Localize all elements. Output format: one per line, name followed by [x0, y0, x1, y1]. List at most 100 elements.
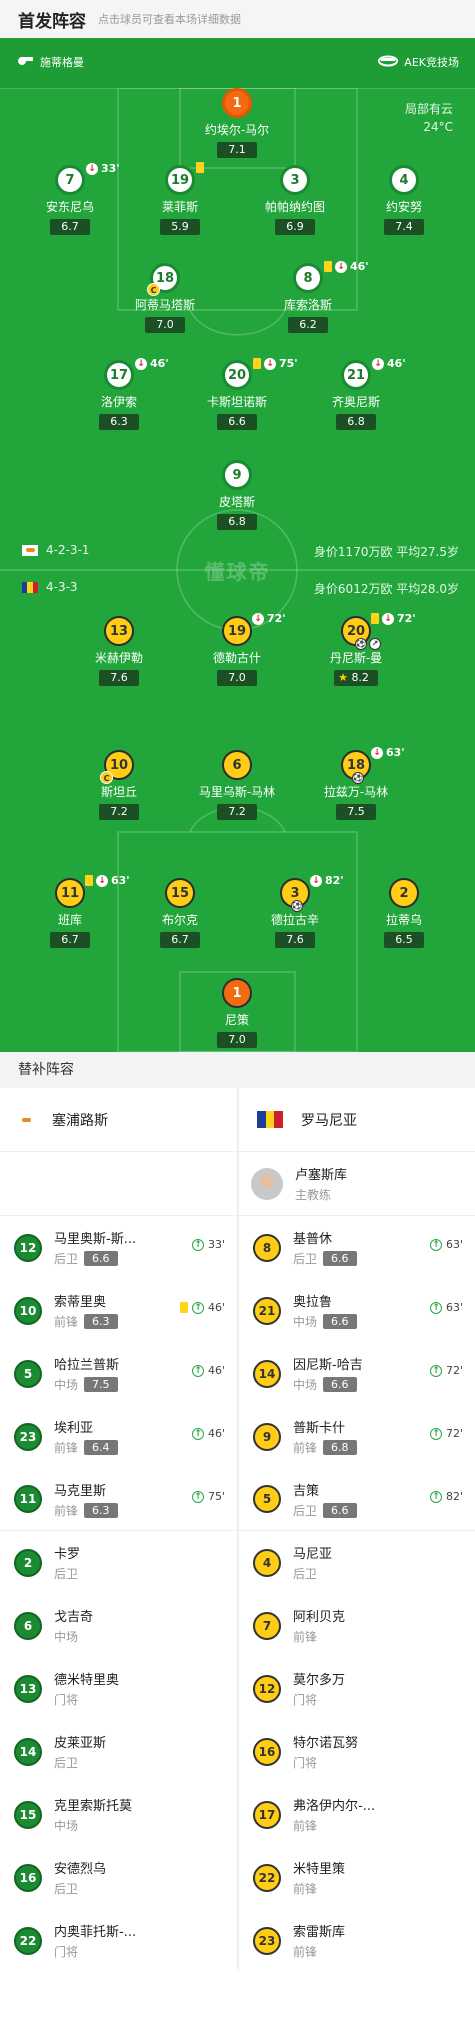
player-away[interactable]: 13 米赫伊勒 7.6: [59, 616, 179, 686]
sub-player-row[interactable]: 6 戈吉奇 中场: [0, 1594, 237, 1657]
player-name: 布尔克: [161, 913, 198, 927]
player-away[interactable]: 20 ↓ 72' ⚽ ↗ 丹尼斯-曼 ★ 8.2: [296, 612, 416, 686]
lineup-header: 首发阵容 点击球员可查看本场详细数据: [0, 0, 475, 38]
player-number: 15: [165, 878, 195, 908]
sub-out-event: ↓ 72': [252, 612, 286, 625]
sub-player-row[interactable]: 14 皮莱亚斯 后卫: [0, 1720, 237, 1783]
sub-player-row[interactable]: 22 米特里策 前锋: [239, 1846, 475, 1909]
subs-title: 替补阵容: [0, 1052, 475, 1088]
player-home[interactable]: 17 ↓ 46' 洛伊索 6.3: [59, 357, 179, 430]
player-position: 中场: [54, 1819, 79, 1833]
player-position: 前锋: [293, 1945, 318, 1959]
player-home[interactable]: 8 ↓ 46' 库索洛斯 6.2: [248, 260, 369, 333]
sub-player-row[interactable]: 4 马尼亚 后卫: [239, 1531, 475, 1594]
player-home[interactable]: 9 皮塔斯 6.8: [177, 460, 297, 530]
sub-player-row[interactable]: 23 索雷斯库 前锋: [239, 1909, 475, 1972]
player-name: 奥拉鲁: [293, 1295, 333, 1310]
sub-minute: 63': [386, 746, 405, 759]
player-away[interactable]: 3 ↓ 82' ⚽ 德拉古辛 7.6: [235, 874, 355, 948]
avatar: [251, 1167, 283, 1200]
stadium: AEK竞技场: [378, 54, 459, 70]
sub-minute: 33': [101, 162, 120, 175]
player-name: 德米特里奥: [54, 1673, 120, 1688]
sub-in-icon: ↑: [191, 1490, 204, 1503]
sub-player-row[interactable]: 17 弗洛伊内尔-... 前锋: [239, 1783, 475, 1846]
away-subs-list: 8 基普休 后卫 6.6 ↑ 63' 21 奥拉鲁 中场 6.6 ↑ 63' 14 因尼斯-哈吉 中场 6.6…: [239, 1216, 475, 1972]
player-home[interactable]: 4 约安努 7.4: [344, 165, 464, 235]
sub-player-row[interactable]: 16 安德烈乌 后卫: [0, 1846, 237, 1909]
sub-minute: 63': [445, 1238, 463, 1251]
sub-player-row[interactable]: 15 克里索斯托莫 中场: [0, 1783, 237, 1846]
player-rating: 6.8: [336, 414, 376, 430]
player-name: 因尼斯-哈吉: [293, 1358, 363, 1373]
player-name: 尼策: [224, 1013, 249, 1027]
player-home[interactable]: 18 C 阿蒂马塔斯 7.0: [105, 263, 225, 333]
player-away-gk[interactable]: 1 尼策 7.0: [177, 978, 297, 1048]
player-number: 21: [253, 1296, 281, 1325]
player-name: 莱菲斯: [161, 200, 198, 214]
player-home[interactable]: 20 ↓ 75' 卡斯坦诺斯 6.6: [177, 357, 298, 430]
sub-minute: 72': [397, 612, 416, 625]
player-home[interactable]: 19 莱菲斯 5.9: [120, 162, 240, 235]
sub-player-row[interactable]: 12 马里奥斯-斯... 后卫 6.6 ↑ 33': [0, 1216, 237, 1279]
player-number: 20: [346, 623, 366, 639]
sub-player-row[interactable]: 5 哈拉兰普斯 中场 7.5 ↑ 46': [0, 1342, 237, 1405]
player-away[interactable]: 2 拉蒂乌 6.5: [344, 878, 464, 948]
player-number: 5: [14, 1359, 42, 1388]
player-number: 18: [155, 270, 175, 286]
player-number: 18: [346, 757, 366, 773]
player-name: 约埃尔-马尔: [204, 123, 270, 137]
player-away[interactable]: 18 ↓ 63' ⚽ 拉兹万-马林 7.5: [296, 746, 416, 820]
player-away[interactable]: 10 C 斯坦丘 7.2: [59, 750, 179, 820]
sub-player-row[interactable]: 12 莫尔多万 门将: [239, 1657, 475, 1720]
coach-row[interactable]: 卢塞斯库 主教练: [239, 1152, 475, 1216]
player-name: 马尼亚: [293, 1547, 333, 1562]
player-home[interactable]: 3 帕帕纳约图 6.9: [235, 165, 355, 235]
player-name: 普斯卡什: [293, 1421, 346, 1436]
player-home-gk[interactable]: 1 约埃尔-马尔 7.1: [177, 88, 297, 158]
sub-player-row[interactable]: 13 德米特里奥 门将: [0, 1657, 237, 1720]
sub-player-row[interactable]: 23 埃利亚 前锋 6.4 ↑ 46': [0, 1405, 237, 1468]
sub-player-row[interactable]: 14 因尼斯-哈吉 中场 6.6 ↑ 72': [239, 1342, 475, 1405]
coach-role: 主教练: [295, 1188, 332, 1202]
stadium-name: AEK竞技场: [404, 56, 459, 69]
sub-minute: 46': [207, 1427, 225, 1440]
player-away[interactable]: 6 马里乌斯-马林 7.2: [177, 750, 297, 820]
sub-minute: 46': [150, 357, 169, 370]
player-name: 马里乌斯-马林: [198, 785, 276, 799]
player-home[interactable]: 21 ↓ 46' 齐奥尼斯 6.8: [296, 357, 416, 430]
sub-in-icon: ↑: [191, 1238, 204, 1251]
sub-player-row[interactable]: 8 基普休 后卫 6.6 ↑ 63': [239, 1216, 475, 1279]
player-rating: 6.6: [84, 1251, 118, 1266]
player-rating: 7.5: [84, 1377, 118, 1392]
sub-in-icon: ↑: [429, 1238, 442, 1251]
player-rating: 6.6: [323, 1502, 357, 1518]
player-away[interactable]: 15 布尔克 6.7: [120, 878, 240, 948]
sub-in-icon: ↑: [191, 1364, 204, 1377]
player-name: 索蒂里奥: [54, 1295, 107, 1310]
sub-player-row[interactable]: 5 吉策 后卫 6.6 ↑ 82': [239, 1468, 475, 1531]
sub-player-row[interactable]: 2 卡罗 后卫: [0, 1531, 237, 1594]
player-name: 丹尼斯-曼: [329, 651, 383, 665]
player-away[interactable]: 19 ↓ 72' 德勒古什 7.0: [177, 612, 297, 686]
player-away[interactable]: 11 ↓ 63' 班库 6.7: [10, 874, 130, 948]
sub-player-row[interactable]: 9 普斯卡什 前锋 6.8 ↑ 72': [239, 1405, 475, 1468]
sub-player-row[interactable]: 21 奥拉鲁 中场 6.6 ↑ 63': [239, 1279, 475, 1342]
home-formation: 4-2-3-1: [22, 543, 90, 557]
sub-in-event: ↑ 75': [191, 1490, 225, 1503]
sub-player-row[interactable]: 16 特尔诺瓦努 门将: [239, 1720, 475, 1783]
sub-player-row[interactable]: 11 马克里斯 前锋 6.3 ↑ 75': [0, 1468, 237, 1531]
player-number: 14: [253, 1359, 281, 1388]
player-rating: 6.7: [50, 219, 90, 235]
player-position: 前锋: [293, 1819, 318, 1833]
yellow-card-icon: [324, 261, 332, 272]
sub-out-event: ↓ 33': [86, 162, 120, 175]
player-rating: 6.9: [275, 219, 315, 235]
player-number: 20: [227, 367, 247, 383]
player-home[interactable]: 7 ↓ 33' 安东尼乌 6.7: [10, 162, 130, 235]
sub-player-row[interactable]: 7 阿利贝克 前锋: [239, 1594, 475, 1657]
sub-player-row[interactable]: 22 内奥菲托斯-... 门将: [0, 1909, 237, 1972]
sub-player-row[interactable]: 10 索蒂里奥 前锋 6.3 ↑ 46': [0, 1279, 237, 1342]
sub-out-event: ↓ 63': [371, 746, 405, 759]
sub-in-icon: ↑: [191, 1427, 204, 1440]
